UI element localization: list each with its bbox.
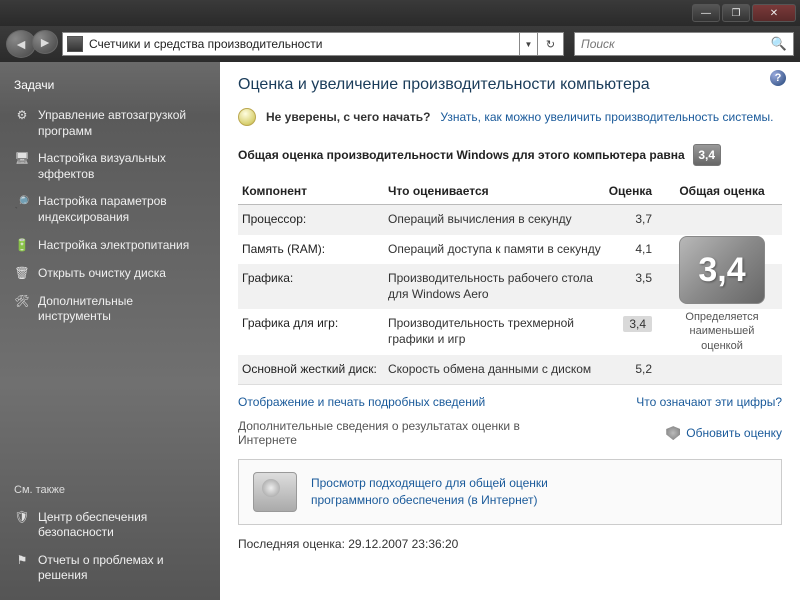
seealso-heading: См. также <box>4 476 216 504</box>
close-button[interactable]: ✕ <box>752 4 796 22</box>
overall-score-badge: 3,4 <box>679 236 765 304</box>
help-icon[interactable]: ? <box>770 70 786 86</box>
task-label: Дополнительные инструменты <box>38 294 206 325</box>
sidebar-task-3[interactable]: 🔋 Настройка электропитания <box>4 232 216 260</box>
refresh-score-label: Обновить оценку <box>686 426 782 440</box>
sidebar-task-2[interactable]: 🔎 Настройка параметров индексирования <box>4 188 216 231</box>
seealso-label: Центр обеспечения безопасности <box>38 510 206 541</box>
details-link[interactable]: Отображение и печать подробных сведений <box>238 395 485 409</box>
search-icon: 🔍 <box>771 36 787 52</box>
address-refresh-button[interactable]: ↻ <box>538 32 564 56</box>
cell-score: 3,4 <box>602 316 662 347</box>
seealso-label: Отчеты о проблемах и решения <box>38 553 206 584</box>
sidebar-task-4[interactable]: 🗑 Открыть очистку диска <box>4 260 216 288</box>
cell-score: 3,7 <box>602 212 662 228</box>
summary-line: Общая оценка производительности Windows … <box>238 144 782 166</box>
breadcrumb-icon <box>67 36 83 52</box>
cell-score: 4,1 <box>602 242 662 258</box>
table-header: Компонент Что оценивается Оценка Общая о… <box>238 178 782 205</box>
meaning-link[interactable]: Что означают эти цифры? <box>636 395 782 409</box>
more-info-text: Дополнительные сведения о результатах оц… <box>238 419 558 447</box>
col-score: Оценка <box>602 184 662 198</box>
task-icon: ⚙ <box>14 108 30 124</box>
task-icon: 🗑 <box>14 266 30 282</box>
task-label: Управление автозагрузкой программ <box>38 108 206 139</box>
software-box[interactable]: Просмотр подходящего для общей оценки пр… <box>238 459 782 525</box>
task-icon: 🔋 <box>14 238 30 254</box>
titlebar: — ❐ ✕ <box>0 0 800 26</box>
cell-component: Графика: <box>238 271 388 302</box>
last-assessment: Последняя оценка: 29.12.2007 23:36:20 <box>238 537 782 551</box>
cell-what: Скорость обмена данными с диском <box>388 362 602 378</box>
hint-link[interactable]: Узнать, как можно увеличить производител… <box>440 110 773 124</box>
task-label: Открыть очистку диска <box>38 266 166 282</box>
col-what: Что оценивается <box>388 184 602 198</box>
hint-row: Не уверены, с чего начать? Узнать, как м… <box>238 108 782 126</box>
task-icon: 🖥 <box>14 151 30 167</box>
bulb-icon <box>238 108 256 126</box>
task-label: Настройка электропитания <box>38 238 189 254</box>
sidebar: Задачи ⚙ Управление автозагрузкой програм… <box>0 62 220 600</box>
breadcrumb[interactable]: Счетчики и средства производительности <box>62 32 520 56</box>
seealso-icon: ⚑ <box>14 553 30 569</box>
sidebar-task-5[interactable]: 🛠 Дополнительные инструменты <box>4 288 216 331</box>
cell-component: Память (RAM): <box>238 242 388 258</box>
sidebar-task-0[interactable]: ⚙ Управление автозагрузкой программ <box>4 102 216 145</box>
overall-caption: Определяется наименьшей оценкой <box>668 310 776 353</box>
task-icon: 🔎 <box>14 194 30 210</box>
breadcrumb-text: Счетчики и средства производительности <box>89 37 322 51</box>
task-label: Настройка параметров индексирования <box>38 194 206 225</box>
col-component: Компонент <box>238 184 388 198</box>
col-overall: Общая оценка <box>662 184 782 198</box>
task-icon: 🛠 <box>14 294 30 310</box>
cell-what: Операций доступа к памяти в секунду <box>388 242 602 258</box>
seealso-icon: 🛡 <box>14 510 30 526</box>
cell-component: Графика для игр: <box>238 316 388 347</box>
table-body: 3,4 Определяется наименьшей оценкой Проц… <box>238 205 782 384</box>
minimize-button[interactable]: — <box>692 4 720 22</box>
summary-score-badge: 3,4 <box>693 144 721 166</box>
cell-what: Производительность трехмерной графики и … <box>388 316 602 347</box>
sidebar-heading: Задачи <box>0 72 220 102</box>
navbar: ◄ ► Счетчики и средства производительнос… <box>0 26 800 62</box>
summary-text: Общая оценка производительности Windows … <box>238 148 685 162</box>
page-title: Оценка и увеличение производительности к… <box>238 76 782 94</box>
cell-component: Основной жесткий диск: <box>238 362 388 378</box>
cell-what: Операций вычисления в секунду <box>388 212 602 228</box>
seealso-item-0[interactable]: 🛡 Центр обеспечения безопасности <box>4 504 216 547</box>
breadcrumb-dropdown[interactable]: ▼ <box>520 32 538 56</box>
seealso-item-1[interactable]: ⚑ Отчеты о проблемах и решения <box>4 547 216 590</box>
cell-score: 3,5 <box>602 271 662 302</box>
software-icon <box>253 472 297 512</box>
search-box[interactable]: 🔍 <box>574 32 794 56</box>
task-label: Настройка визуальных эффектов <box>38 151 206 182</box>
cell-what: Производительность рабочего стола для Wi… <box>388 271 602 302</box>
nav-forward-button[interactable]: ► <box>32 30 58 54</box>
overall-column: 3,4 Определяется наименьшей оценкой <box>662 205 782 384</box>
cell-component: Процессор: <box>238 212 388 228</box>
sidebar-task-1[interactable]: 🖥 Настройка визуальных эффектов <box>4 145 216 188</box>
main-panel: ? Оценка и увеличение производительности… <box>220 62 800 600</box>
search-input[interactable] <box>581 37 761 51</box>
maximize-button[interactable]: ❐ <box>722 4 750 22</box>
software-link[interactable]: Просмотр подходящего для общей оценки пр… <box>311 475 571 509</box>
refresh-score-link[interactable]: Обновить оценку <box>666 419 782 447</box>
hint-question: Не уверены, с чего начать? <box>266 110 430 124</box>
cell-score: 5,2 <box>602 362 662 378</box>
shield-icon <box>666 426 680 440</box>
